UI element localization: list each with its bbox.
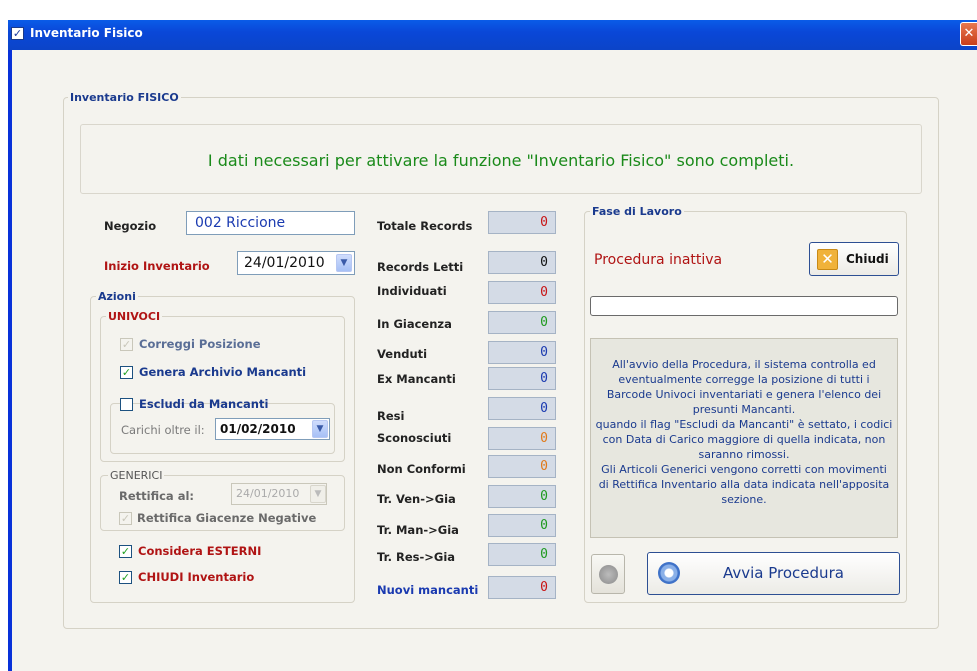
inizio-date-picker[interactable]: 24/01/2010 ▼ [237, 251, 355, 275]
window-title: Inventario Fisico [30, 26, 143, 40]
counter-value: 0 [488, 397, 556, 420]
hand-icon [599, 565, 618, 584]
gear-icon [658, 562, 680, 584]
univoci-title: UNIVOCI [106, 310, 163, 323]
negozio-label: Negozio [104, 219, 157, 233]
counter-value: 0 [488, 455, 556, 478]
carichi-value: 01/02/2010 [220, 422, 296, 436]
close-icon: ✕ [817, 249, 838, 270]
chevron-down-icon[interactable]: ▼ [336, 254, 352, 272]
counter-label: Ex Mancanti [377, 372, 456, 386]
chiudi-inventario-checkbox[interactable]: ✓ [119, 571, 132, 584]
carichi-date-picker[interactable]: 01/02/2010 ▼ [215, 418, 330, 440]
counter-value: 0 [488, 311, 556, 334]
generici-title: GENERICI [108, 469, 165, 482]
considera-checkbox[interactable]: ✓ [119, 545, 132, 558]
carichi-label: Carichi oltre il: [121, 423, 205, 437]
counter-value: 0 [488, 281, 556, 304]
counter-label: Venduti [377, 347, 428, 361]
counter-label: Individuati [377, 284, 447, 298]
fase-status: Procedura inattiva [594, 252, 723, 268]
stop-button[interactable] [591, 554, 625, 594]
counter-label: Totale Records [377, 219, 473, 233]
escludi-label: Escludi da Mancanti [139, 397, 269, 411]
counter-label: In Giacenza [377, 317, 452, 331]
rettifica-date-picker[interactable]: 24/01/2010 ▼ [231, 483, 327, 505]
counter-label: Sconosciuti [377, 431, 452, 445]
close-button[interactable]: ✕ [960, 22, 977, 46]
counter-label: Non Conformi [377, 462, 466, 476]
counter-value: 0 [488, 485, 556, 508]
genera-checkbox[interactable]: ✓ [120, 366, 133, 379]
counter-value: 0 [488, 211, 556, 234]
genera-label: Genera Archivio Mancanti [139, 365, 307, 379]
info-text: All'avvio della Procedura, il sistema co… [595, 358, 893, 506]
banner-text: I dati necessari per attivare la funzion… [207, 151, 795, 170]
counter-value: 0 [488, 367, 556, 390]
avvia-label: Avvia Procedura [723, 564, 844, 582]
chiudi-inventario-label: CHIUDI Inventario [138, 570, 255, 584]
rettifica-value: 24/01/2010 [236, 487, 300, 500]
inizio-label: Inizio Inventario [104, 259, 210, 273]
chiudi-button[interactable]: ✕ Chiudi [809, 242, 899, 276]
counter-label: Nuovi mancanti [377, 583, 479, 597]
rettifica-label: Rettifica al: [119, 489, 194, 503]
counter-label: Tr. Res->Gia [377, 550, 456, 564]
progress-bar [590, 296, 898, 316]
avvia-procedura-button[interactable]: Avvia Procedura [647, 552, 900, 595]
chiudi-button-label: Chiudi [846, 252, 889, 266]
info-box: All'avvio della Procedura, il sistema co… [590, 338, 898, 538]
counter-label: Resi [377, 409, 405, 423]
inizio-value: 24/01/2010 [244, 255, 325, 271]
counter-value: 0 [488, 543, 556, 566]
correggi-label: Correggi Posizione [139, 337, 261, 351]
chevron-down-icon[interactable]: ▼ [310, 485, 326, 503]
counter-value: 0 [488, 576, 556, 599]
counter-value: 0 [488, 251, 556, 274]
fase-title: Fase di Lavoro [590, 205, 684, 218]
azioni-title: Azioni [96, 290, 138, 303]
counter-label: Tr. Man->Gia [377, 523, 459, 537]
counter-label: Tr. Ven->Gia [377, 492, 456, 506]
considera-label: Considera ESTERNI [138, 544, 262, 558]
negozio-field[interactable]: 002 Riccione [186, 211, 355, 235]
counter-value: 0 [488, 514, 556, 537]
escludi-checkbox[interactable] [120, 398, 133, 411]
group-title: Inventario FISICO [68, 91, 181, 104]
counter-label: Records Letti [377, 260, 464, 274]
app-check-icon: ✓ [11, 27, 24, 40]
counter-value: 0 [488, 427, 556, 450]
rettifica-neg-checkbox[interactable]: ✓ [119, 512, 132, 525]
title-bar[interactable]: ✓ Inventario Fisico [8, 20, 977, 50]
negozio-value: 002 Riccione [195, 215, 286, 231]
rettifica-neg-label: Rettifica Giacenze Negative [137, 511, 317, 525]
correggi-checkbox[interactable]: ✓ [120, 338, 133, 351]
status-banner: I dati necessari per attivare la funzion… [80, 124, 922, 194]
chevron-down-icon[interactable]: ▼ [312, 420, 328, 438]
counter-value: 0 [488, 341, 556, 364]
